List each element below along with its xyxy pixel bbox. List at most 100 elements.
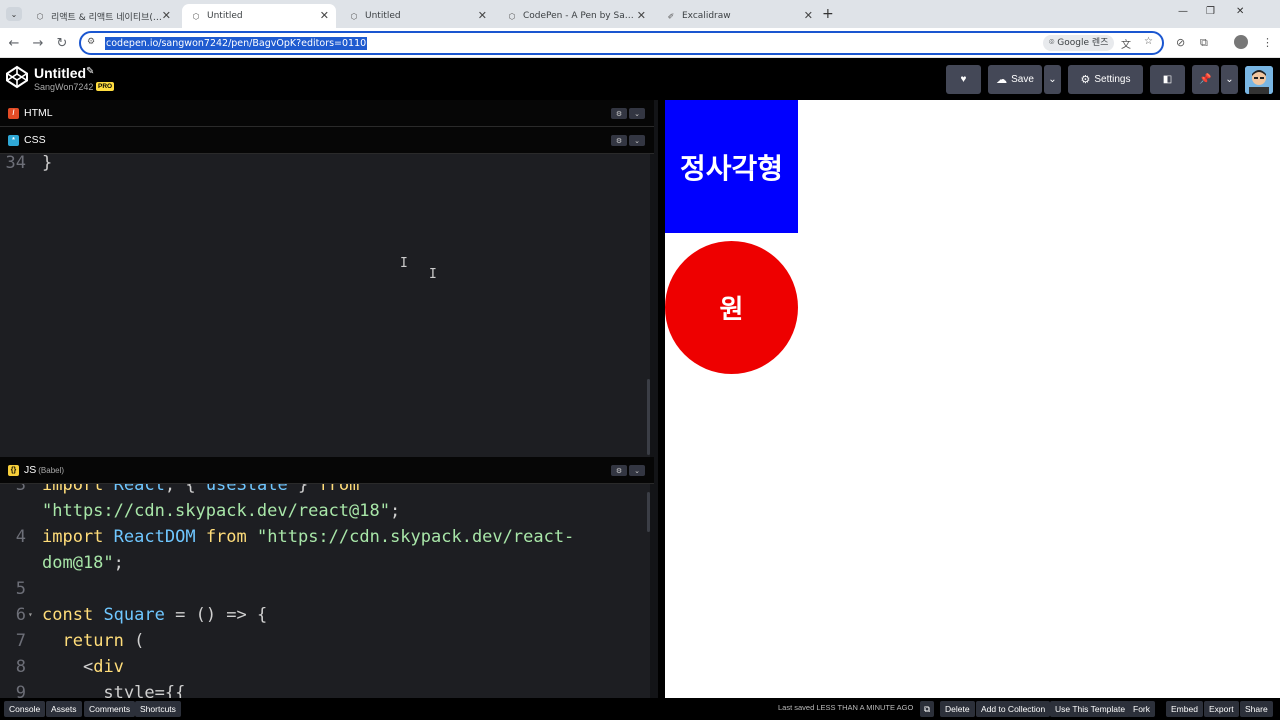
codepen-logo-icon[interactable] (4, 64, 30, 90)
google-lens-button[interactable]: ⌾ Google 렌즈 (1043, 35, 1115, 51)
fold-arrow-icon[interactable]: ▾ (28, 602, 33, 628)
js-code-area[interactable]: 3 import React, { useState } from "https:/… (0, 484, 650, 698)
forward-icon[interactable]: → (29, 34, 47, 52)
change-view-button[interactable]: ◧ (1150, 65, 1185, 94)
code-text: import React, { useState } from (42, 484, 360, 495)
js-editor-header[interactable]: {} JS (Babel) ⚙ ⌄ (0, 457, 654, 484)
extension-icon[interactable]: ⊘ (1176, 36, 1185, 49)
footer-assets-button[interactable]: Assets (46, 701, 82, 717)
tab-title: Excalidraw (682, 11, 731, 21)
code-line[interactable]: 6 const Square = () => {▾ (0, 602, 640, 628)
square-box: 정사각형 (665, 100, 798, 233)
footer-delete-button[interactable]: Delete (940, 701, 975, 717)
pen-author[interactable]: SangWon7242 (34, 82, 93, 92)
code-line[interactable]: 3 import React, { useState } from (0, 484, 640, 498)
site-info-icon[interactable]: ⚙ (87, 37, 95, 47)
css-label: CSS (24, 134, 46, 146)
bookmark-star-icon[interactable]: ☆ (1144, 36, 1153, 47)
browser-tab[interactable]: ⬡ Untitled ✕ (182, 4, 336, 28)
editor-preview-resizer[interactable] (658, 100, 665, 698)
footer-comments-button[interactable]: Comments (84, 701, 136, 717)
footer-share-button[interactable]: Share (1240, 701, 1273, 717)
minimize-button[interactable]: — (1178, 6, 1188, 17)
save-options-button[interactable]: ⌄ (1044, 65, 1061, 94)
code-text: const Square = () => { (42, 605, 268, 625)
js-settings-icon[interactable]: ⚙ (611, 465, 627, 476)
browser-tab[interactable]: ✐ Excalidraw ✕ (657, 4, 820, 28)
browser-tab[interactable]: ⬡ CodePen - A Pen by SangWon✕ (498, 4, 653, 28)
text-cursor-icon: I (400, 256, 408, 271)
save-button[interactable]: ☁ Save (988, 65, 1042, 94)
browser-menu-icon[interactable]: ⋮ (1262, 36, 1273, 49)
browser-tab[interactable]: ⬡ Untitled ✕ (340, 4, 494, 28)
url-text[interactable]: codepen.io/sangwon7242/pen/BagvOpK?edito… (105, 37, 368, 50)
browser-toolbar: ← → ↻ ⚙ codepen.io/sangwon7242/pen/BagvO… (0, 28, 1280, 58)
settings-button[interactable]: ⚙ Settings (1068, 65, 1143, 94)
footer-console-button[interactable]: Console (4, 701, 46, 717)
code-line[interactable]: 34} (0, 154, 640, 176)
code-text: dom@18"; (42, 553, 124, 573)
layout-icon: ◧ (1162, 74, 1173, 85)
footer-shortcuts-button[interactable]: Shortcuts (135, 701, 181, 717)
new-tab-button[interactable]: + (822, 6, 834, 22)
css-collapse-icon[interactable]: ⌄ (629, 135, 645, 146)
code-line[interactable]: 9 style={{ (0, 680, 640, 698)
code-line[interactable]: dom@18"; (0, 550, 640, 576)
square-label: 정사각형 (679, 151, 784, 185)
translate-icon[interactable]: 文 (1121, 36, 1131, 51)
heart-icon: ♥ (960, 74, 967, 85)
footer-export-button[interactable]: Export (1204, 701, 1239, 717)
codepen-icon: ⬡ (508, 11, 516, 21)
code-line[interactable]: 4 import ReactDOM from "https://cdn.skypa… (0, 524, 640, 550)
pin-button[interactable]: 📌 (1192, 65, 1219, 94)
browser-tab[interactable]: ⬡ 리액트 & 리액트 네이티브(인프 ✕ (26, 4, 178, 28)
close-tab-icon[interactable]: ✕ (478, 10, 487, 21)
chevron-down-icon: ⌄ (1048, 74, 1057, 85)
back-icon[interactable]: ← (5, 34, 23, 52)
html-editor-header[interactable]: / HTML ⚙ ⌄ (0, 100, 654, 127)
pen-title[interactable]: Untitled (34, 65, 86, 81)
css-settings-icon[interactable]: ⚙ (611, 135, 627, 146)
footer-embed-button[interactable]: Embed (1166, 701, 1203, 717)
address-bar[interactable]: ⚙ codepen.io/sangwon7242/pen/BagvOpK?edi… (79, 31, 1164, 55)
footer-fork-button[interactable]: Fork (1128, 701, 1155, 717)
html-collapse-icon[interactable]: ⌄ (629, 108, 645, 119)
css-code-area[interactable]: I I 34} (0, 154, 650, 457)
reload-icon[interactable]: ↻ (53, 34, 71, 52)
line-number: 4 (15, 527, 26, 547)
js-scrollbar[interactable] (647, 492, 650, 532)
window-close-button[interactable]: ✕ (1236, 6, 1244, 17)
result-preview: 정사각형 원 (665, 100, 1280, 698)
code-line[interactable]: 5 (0, 576, 640, 602)
like-button[interactable]: ♥ (946, 65, 981, 94)
html-icon: / (8, 107, 19, 119)
css-scrollbar[interactable] (647, 379, 650, 455)
close-tab-icon[interactable]: ✕ (320, 10, 329, 21)
css-editor-header[interactable]: * CSS ⚙ ⌄ (0, 127, 654, 154)
code-line[interactable]: "https://cdn.skypack.dev/react@18"; (0, 498, 640, 524)
profile-avatar[interactable] (1234, 35, 1248, 49)
footer-use-this-template-button[interactable]: Use This Template (1050, 701, 1131, 717)
tab-search-button[interactable]: ⌄ (6, 7, 22, 21)
footer-add-to-collection-button[interactable]: Add to Collection (976, 701, 1051, 717)
code-text: "https://cdn.skypack.dev/react@18"; (42, 501, 401, 521)
extensions-puzzle-icon[interactable]: ⧉ (1200, 36, 1208, 50)
html-settings-icon[interactable]: ⚙ (611, 108, 627, 119)
open-external-icon[interactable]: ⧉ (920, 701, 935, 717)
js-collapse-icon[interactable]: ⌄ (629, 465, 645, 476)
close-tab-icon[interactable]: ✕ (804, 10, 813, 21)
edit-title-icon[interactable]: ✎ (86, 66, 94, 77)
line-number: 3 (15, 484, 26, 495)
code-line[interactable]: 7 return ( (0, 628, 640, 654)
close-tab-icon[interactable]: ✕ (162, 10, 171, 21)
close-tab-icon[interactable]: ✕ (637, 10, 646, 21)
code-line[interactable]: 8 <div (0, 654, 640, 680)
gear-icon: ⚙ (1080, 74, 1091, 86)
line-number: 7 (15, 631, 26, 651)
chevron-down-icon: ⌄ (1225, 74, 1234, 85)
restore-button[interactable]: ❐ (1206, 6, 1215, 17)
user-avatar[interactable] (1245, 66, 1273, 94)
line-number: 9 (15, 683, 26, 698)
pin-options-button[interactable]: ⌄ (1221, 65, 1238, 94)
editors-panel: / HTML ⚙ ⌄ * CSS ⚙ ⌄ I I 34} {} JS (Babel) ⚙… (0, 100, 658, 698)
